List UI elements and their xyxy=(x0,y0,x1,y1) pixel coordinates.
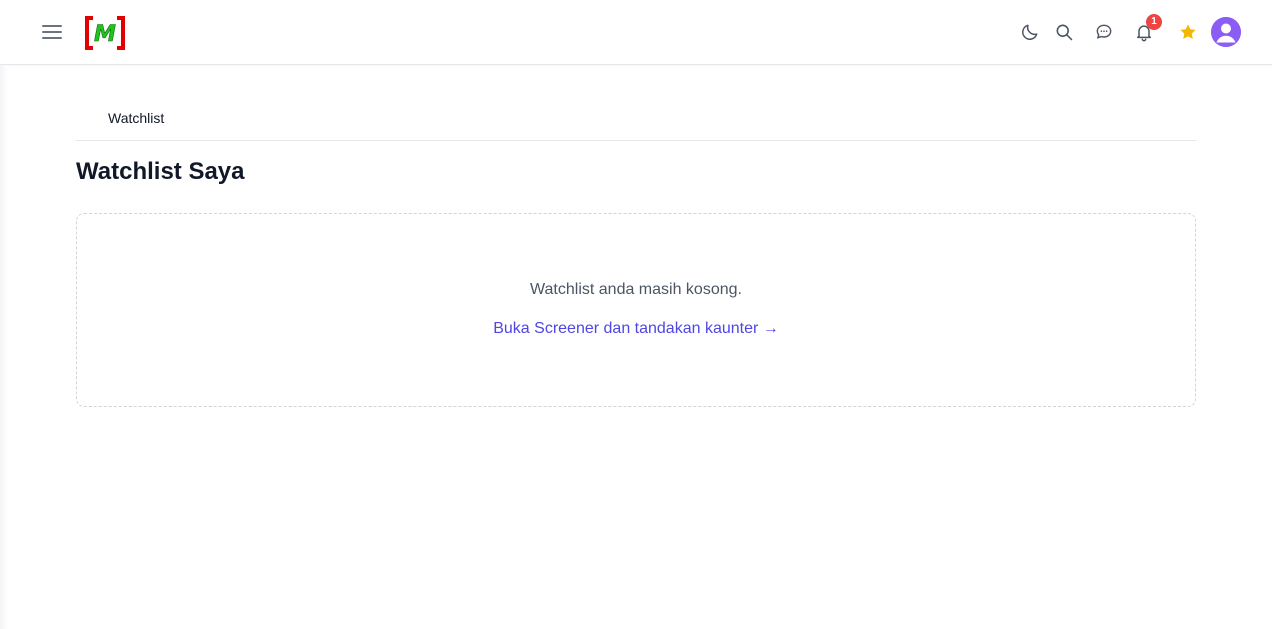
top-navbar: M 1 xyxy=(0,0,1272,65)
moon-icon[interactable] xyxy=(1018,20,1042,44)
app-logo[interactable]: M xyxy=(84,16,126,50)
breadcrumb-item-watchlist[interactable]: Watchlist xyxy=(108,110,164,126)
sidebar-edge xyxy=(0,65,8,629)
open-screener-link[interactable]: Buka Screener dan tandakan kaunter → xyxy=(77,320,1195,338)
breadcrumb: Watchlist xyxy=(76,108,1196,141)
user-avatar-icon[interactable] xyxy=(1211,17,1241,47)
chat-icon[interactable] xyxy=(1092,20,1116,44)
star-icon[interactable] xyxy=(1176,20,1200,44)
notification-badge: 1 xyxy=(1146,14,1162,30)
page-title: Watchlist Saya xyxy=(76,158,245,185)
empty-state-message: Watchlist anda masih kosong. xyxy=(530,281,742,298)
search-icon[interactable] xyxy=(1052,20,1076,44)
empty-watchlist-card: Watchlist anda masih kosong. Buka Screen… xyxy=(76,213,1196,407)
hamburger-menu-icon[interactable] xyxy=(40,20,64,44)
logo-letter: M xyxy=(94,22,116,47)
